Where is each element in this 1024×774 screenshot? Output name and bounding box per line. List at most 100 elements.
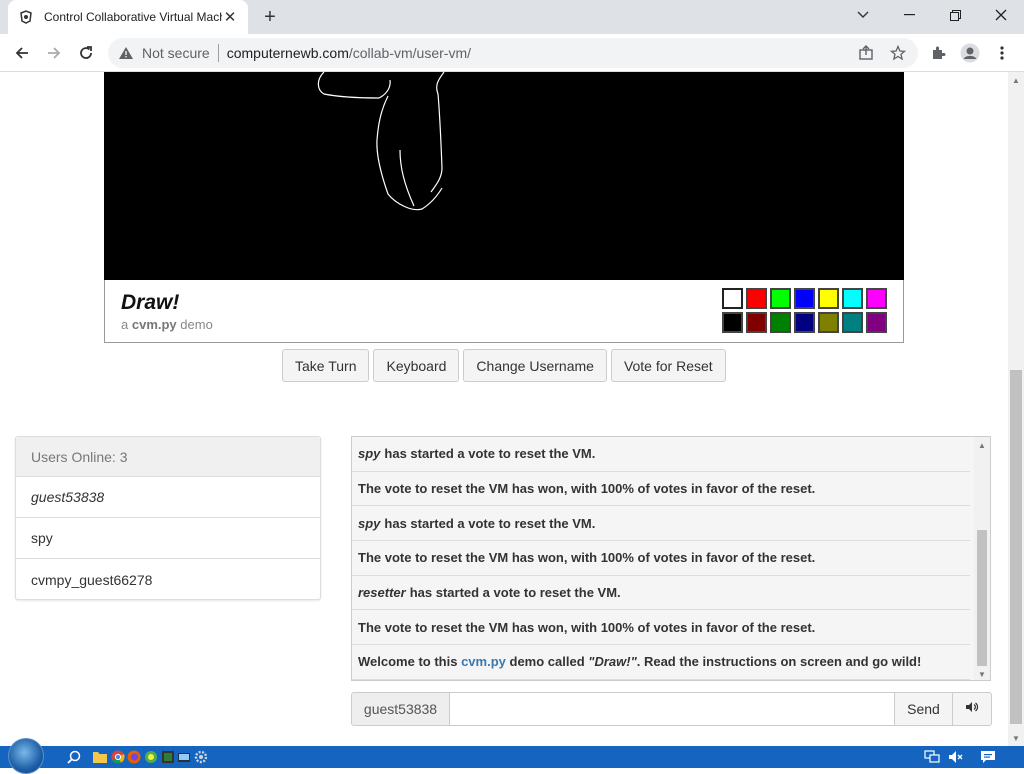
chat-message: spy has started a vote to reset the VM. [352,506,970,542]
color-swatch[interactable] [842,312,863,333]
network-icon[interactable] [924,749,940,765]
user-list-item[interactable]: guest53838 [16,477,320,518]
minimize-icon[interactable] [886,0,932,30]
chat-scroll-down-icon[interactable]: ▼ [974,666,990,680]
chat-username-label: guest53838 [351,692,450,726]
vm-title: Draw! [121,291,180,314]
app-icon[interactable] [143,749,159,765]
vm-subtitle-brand: cvm.py [131,317,177,332]
chat-input-row: guest53838 Send [351,692,992,726]
back-icon[interactable] [8,39,36,67]
users-online-header: Users Online: 3 [16,437,320,477]
tab-close-icon[interactable]: ✕ [222,9,238,26]
change-username-button[interactable]: Change Username [463,349,607,382]
page-scrollbar[interactable]: ▲ ▼ [1008,72,1024,746]
chat-scroll-up-icon[interactable]: ▲ [974,437,990,453]
app-icon[interactable] [176,749,192,765]
welcome-post: . Read the instructions on screen and go… [636,654,922,670]
chrome-icon[interactable] [110,749,126,765]
color-swatch[interactable] [770,288,791,309]
chat-welcome-message: Welcome to this cvm.py demo called "Draw… [352,645,970,680]
vm-display[interactable] [104,72,904,280]
welcome-link[interactable]: cvm.py [461,654,506,669]
color-swatch[interactable] [794,288,815,309]
share-icon[interactable] [855,42,877,64]
vm-drawing [317,72,445,211]
volume-icon [965,700,979,718]
url-path: /collab-vm/user-vm/ [348,45,472,61]
url-text: computernewb.com/collab-vm/user-vm/ [227,45,471,61]
take-turn-button[interactable]: Take Turn [282,349,370,382]
tab-search-icon[interactable] [840,0,886,30]
chat-text: has started a vote to reset the VM. [384,446,596,462]
chat-username: resetter [358,585,406,601]
browser-tab[interactable]: Control Collaborative Virtual Machin ✕ [8,0,248,34]
send-button[interactable]: Send [895,692,953,726]
users-online-panel: Users Online: 3 guest53838 spy cvmpy_gue… [15,436,321,600]
chat-message: resetter has started a vote to reset the … [352,576,970,611]
restore-icon[interactable] [932,0,978,30]
firefox-icon[interactable] [126,749,142,765]
notifications-icon[interactable] [980,749,996,765]
color-swatch[interactable] [722,288,743,309]
search-icon[interactable] [66,749,82,765]
extensions-icon[interactable] [924,39,952,67]
url-domain: computernewb.com [226,45,349,61]
settings-gear-icon[interactable] [193,749,209,765]
chat-message: The vote to reset the VM has won, with 1… [352,541,970,576]
chat-message: The vote to reset the VM has won, with 1… [352,472,970,507]
vm-subtitle-prefix: a [121,317,129,332]
chat-message: spy has started a vote to reset the VM. [352,437,970,472]
chat-input[interactable] [450,692,895,726]
color-swatch[interactable] [722,312,743,333]
color-swatch[interactable] [818,288,839,309]
color-swatch[interactable] [866,312,887,333]
reload-icon[interactable] [72,39,100,67]
chat-text: The vote to reset the VM has won, with 1… [358,550,816,566]
app-icon[interactable] [160,749,176,765]
volume-button[interactable] [953,692,992,726]
vm-controls: Take Turn Keyboard Change Username Vote … [282,349,730,382]
address-bar[interactable]: Not secure computernewb.com/collab-vm/us… [108,38,918,68]
page-scroll-thumb[interactable] [1010,370,1022,724]
file-explorer-icon[interactable] [92,749,108,765]
scroll-up-icon[interactable]: ▲ [1008,72,1024,88]
color-swatch[interactable] [842,288,863,309]
color-swatch[interactable] [818,312,839,333]
bookmark-star-icon[interactable] [887,42,909,64]
new-tab-icon[interactable]: + [258,5,282,29]
profile-avatar-icon[interactable] [956,39,984,67]
site-favicon-icon [18,9,34,25]
forward-icon[interactable] [40,39,68,67]
tab-title: Control Collaborative Virtual Machin [44,10,222,24]
welcome-mid: demo called [509,654,585,670]
user-list-item[interactable]: spy [16,518,320,559]
chat-username: spy [358,515,381,531]
address-separator [217,44,219,62]
vote-reset-button[interactable]: Vote for Reset [610,349,726,382]
chat-message: The vote to reset the VM has won, with 1… [352,610,970,646]
security-label[interactable]: Not secure [142,45,210,61]
chat-scrollbar[interactable]: ▲ ▼ [974,437,990,680]
close-window-icon[interactable] [978,0,1024,30]
scroll-down-icon[interactable]: ▼ [1008,730,1024,746]
start-orb-icon[interactable] [8,738,44,774]
taskbar [0,738,1024,774]
color-swatch[interactable] [866,288,887,309]
warning-icon[interactable] [118,45,134,61]
menu-kebab-icon[interactable] [988,39,1016,67]
title-bar: Control Collaborative Virtual Machin ✕ + [0,0,1024,34]
user-list-item[interactable]: cvmpy_guest66278 [16,559,320,600]
vm-info-bar: Draw! a cvm.py demo [104,280,904,343]
color-swatch[interactable] [770,312,791,333]
volume-muted-icon[interactable] [948,749,964,765]
page-content: Draw! a cvm.py demo Take Turn Keyboard C… [0,72,1008,746]
color-swatch[interactable] [746,288,767,309]
browser-toolbar: Not secure computernewb.com/collab-vm/us… [0,34,1024,72]
keyboard-button[interactable]: Keyboard [373,349,460,382]
color-swatch[interactable] [746,312,767,333]
color-swatch[interactable] [794,312,815,333]
chat-text: has started a vote to reset the VM. [409,585,621,601]
vm-subtitle-suffix: demo [180,317,213,332]
chat-scroll-thumb[interactable] [977,530,987,666]
